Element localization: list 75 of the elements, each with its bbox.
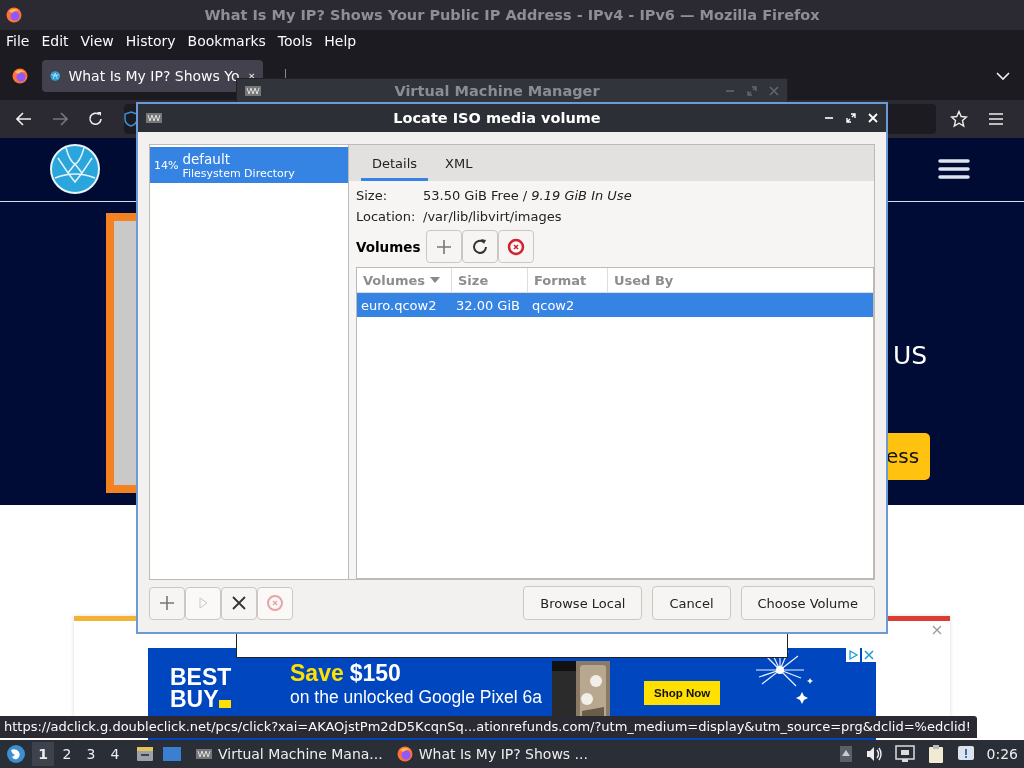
star-icon[interactable] <box>950 110 968 128</box>
taskbar-task[interactable]: Virtual Machine Mana... <box>196 746 383 762</box>
close-icon[interactable] <box>247 71 255 81</box>
clock: 0:26 <box>986 746 1018 762</box>
globe-logo-icon <box>50 144 100 195</box>
menu-item[interactable]: File <box>6 33 30 49</box>
dialog-button[interactable]: Cancel <box>652 586 731 620</box>
ad-text: on the unlocked Google Pixel 6a <box>290 687 543 707</box>
menu-item[interactable]: Bookmarks <box>187 33 266 49</box>
workspace-button[interactable]: 1 <box>32 742 54 766</box>
menu-item[interactable]: Help <box>324 33 357 49</box>
table-cell-text: euro.qcow2 <box>360 297 438 313</box>
delete-icon <box>507 237 526 256</box>
start-menu-icon[interactable] <box>6 744 26 764</box>
add-icon <box>158 594 176 612</box>
table-row[interactable]: euro.qcow2 32.00 GiB qcow2 <box>357 293 873 317</box>
menu-item[interactable]: View <box>80 33 114 49</box>
tool-button[interactable] <box>498 230 535 263</box>
clipboard-icon[interactable] <box>926 744 945 764</box>
link-status-text: https://adclick.g.doubleclick.net/pcs/click?xai=AKAOjstPm2dD5KcqnSq...ationrefunds.com/?utm_medium=display&utm_source=prg&dclid=%edclid! <box>0 716 977 738</box>
tab[interactable]: Details <box>361 145 429 181</box>
menu-item[interactable]: Tools <box>277 33 313 49</box>
add-icon <box>435 237 454 256</box>
section-label: Volumes <box>356 238 421 255</box>
field-label: Size: <box>356 188 389 203</box>
offer-price: $150 <box>349 660 401 687</box>
ad-info-icon[interactable] <box>846 648 860 662</box>
file-manager-icon[interactable] <box>136 745 154 763</box>
offer-label: Save <box>290 660 344 687</box>
menu-icon[interactable] <box>988 112 1004 126</box>
menu-icon[interactable] <box>938 159 970 180</box>
shop-now-button[interactable]: Shop Now <box>644 681 721 705</box>
vmm-icon <box>245 86 261 96</box>
reload-icon[interactable] <box>88 111 104 127</box>
window-icon[interactable] <box>162 745 182 763</box>
tab[interactable]: XML <box>434 145 484 181</box>
table-cell-text: 32.00 GiB <box>455 297 521 313</box>
vmm-icon <box>146 113 162 123</box>
dialog-button[interactable]: Browse Local <box>523 586 643 620</box>
sort-down-icon <box>430 277 441 283</box>
globe-icon <box>50 69 61 83</box>
notification-icon[interactable] <box>956 745 975 763</box>
window-title: Virtual Machine Manager <box>393 83 601 99</box>
field-value: 53.50 GiB Free / 9.19 GiB In Use <box>423 188 633 203</box>
table-cell-text: qcow2 <box>531 297 576 313</box>
field-value: /var/lib/libvirt/images <box>423 209 563 224</box>
menu-item[interactable]: History <box>125 33 176 49</box>
vmm-icon <box>196 749 212 759</box>
menu-item[interactable]: Edit <box>41 33 69 49</box>
dialog-button[interactable]: Choose Volume <box>740 586 875 620</box>
hero-heading: US <box>893 340 928 370</box>
tool-button[interactable] <box>221 586 257 620</box>
tray-up-icon[interactable] <box>838 745 853 763</box>
workspace-button[interactable]: 2 <box>56 742 78 766</box>
window-title: What Is My IP? Shows Your Public IP Address - IPv4 - IPv6 — Mozilla Firefox <box>203 7 821 23</box>
brand-logo-text: BUY <box>170 688 219 710</box>
firefox-icon <box>12 68 28 84</box>
window-title: Locate ISO media volume <box>392 110 602 126</box>
firefox-icon <box>6 7 22 23</box>
workspace-button[interactable]: 4 <box>104 742 126 766</box>
field-label: Location: <box>356 209 417 224</box>
network-icon[interactable] <box>894 745 915 763</box>
back-icon[interactable] <box>16 112 32 126</box>
volume-icon[interactable] <box>864 746 883 762</box>
reload-icon <box>471 237 490 256</box>
stop-icon <box>266 594 284 612</box>
tag-icon <box>218 700 231 708</box>
close-icon <box>230 594 248 612</box>
brand-logo-text: BEST <box>170 666 233 688</box>
taskbar-task[interactable]: What Is My IP? Shows ... <box>396 746 588 762</box>
hero-button[interactable]: ess <box>886 432 930 480</box>
chevron-down-icon[interactable] <box>996 71 1010 81</box>
tool-button[interactable] <box>462 230 499 263</box>
firefox-icon <box>396 746 413 762</box>
workspace-button[interactable]: 3 <box>80 742 102 766</box>
